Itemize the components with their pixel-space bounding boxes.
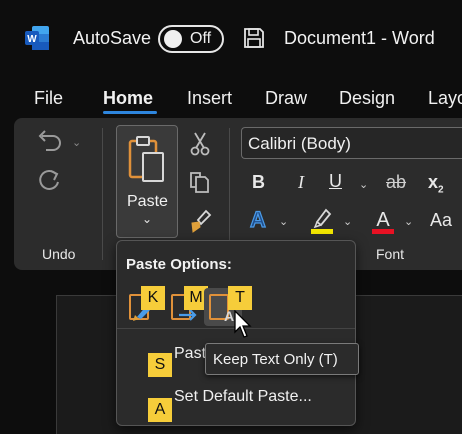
tooltip: Keep Text Only (T) [205, 343, 359, 375]
font-name-value: Calibri (Body) [248, 134, 351, 153]
tab-file[interactable]: File [34, 88, 63, 109]
title-bar: W AutoSave Off Document1 - Word [0, 0, 462, 78]
undo-icon[interactable] [36, 130, 64, 154]
svg-text:A: A [224, 308, 234, 323]
tab-home[interactable]: Home [103, 88, 153, 109]
subscript-button[interactable]: x2 [428, 172, 444, 196]
svg-text:A: A [376, 209, 390, 231]
font-color-icon[interactable]: A [370, 206, 396, 234]
tab-design[interactable]: Design [339, 88, 395, 109]
font-name-combobox[interactable]: Calibri (Body) [241, 127, 462, 159]
key-badge-t: T [228, 286, 252, 310]
change-case-button[interactable]: Aa [430, 210, 452, 231]
chevron-down-icon: ⌄ [142, 212, 153, 226]
redo-icon[interactable] [36, 168, 64, 194]
paste-label: Paste [127, 193, 168, 210]
subscript-suffix: 2 [438, 184, 444, 196]
text-effects-dropdown-icon[interactable]: ⌄ [279, 215, 288, 228]
highlight-dropdown-icon[interactable]: ⌄ [343, 215, 352, 228]
tooltip-text: Keep Text Only (T) [213, 351, 338, 368]
tab-insert[interactable]: Insert [187, 88, 232, 109]
font-color-dropdown-icon[interactable]: ⌄ [404, 215, 413, 228]
copy-icon[interactable] [188, 170, 212, 194]
bold-button[interactable]: B [252, 172, 265, 193]
save-icon[interactable] [242, 26, 266, 50]
word-logo-icon[interactable]: W [24, 25, 50, 51]
cut-icon[interactable] [190, 131, 210, 157]
autosave-label: AutoSave [73, 28, 152, 48]
paste-options-header: Paste Options: [126, 256, 232, 273]
undo-group-label: Undo [42, 246, 76, 262]
subscript-base: x [428, 172, 439, 192]
paste-button[interactable]: Paste ⌄ [116, 125, 178, 238]
active-tab-indicator [103, 111, 157, 114]
mouse-cursor-icon [234, 310, 252, 338]
key-badge-k: K [141, 286, 165, 310]
toggle-knob [164, 30, 182, 48]
set-default-paste-item[interactable]: Set Default Paste... [174, 388, 312, 406]
underline-dropdown-icon[interactable]: ⌄ [359, 178, 368, 191]
group-separator [102, 128, 103, 260]
undo-dropdown-icon[interactable]: ⌄ [72, 136, 81, 149]
tab-layout[interactable]: Layo [428, 88, 462, 109]
svg-text:W: W [27, 34, 37, 45]
font-group-label: Font [376, 246, 405, 262]
autosave-toggle[interactable]: Off [158, 25, 224, 53]
italic-button[interactable]: I [298, 172, 304, 193]
paste-special-item[interactable]: Past [174, 345, 206, 363]
strikethrough-button[interactable]: ab [386, 172, 406, 193]
clipboard-icon [128, 136, 164, 182]
document-title: Document1 - Word [284, 28, 435, 48]
underline-button[interactable]: U [329, 171, 342, 192]
highlight-icon[interactable] [309, 206, 335, 234]
key-badge-a: A [148, 398, 172, 422]
tab-draw[interactable]: Draw [265, 88, 307, 109]
text-effects-icon[interactable]: A [246, 206, 270, 232]
ribbon-tabs: File Home Insert Draw Design Layo [0, 78, 462, 118]
autosave-state: Off [190, 30, 212, 47]
svg-text:A: A [250, 207, 266, 232]
format-painter-icon[interactable] [188, 208, 212, 234]
key-badge-s: S [148, 353, 172, 377]
